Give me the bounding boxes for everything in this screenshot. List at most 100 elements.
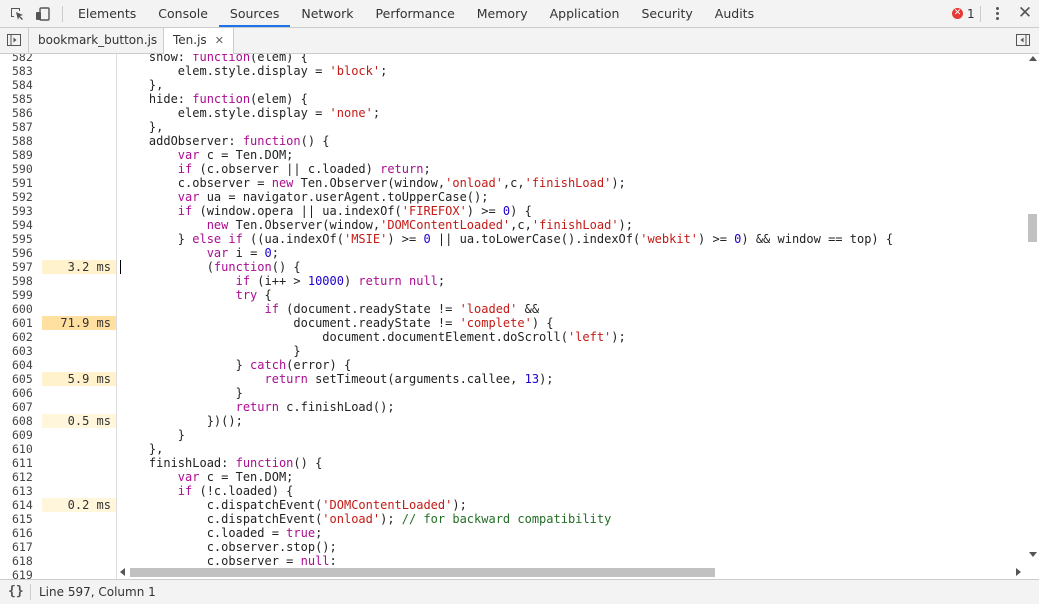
code-line[interactable]: new Ten.Observer(window,'DOMContentLoade… bbox=[120, 218, 633, 232]
file-tab-ten-js[interactable]: Ten.js ✕ bbox=[163, 28, 234, 54]
pretty-print-button[interactable]: {} bbox=[8, 580, 24, 604]
code-line[interactable]: return c.finishLoad(); bbox=[120, 400, 395, 414]
tab-sources[interactable]: Sources bbox=[218, 0, 291, 27]
line-number[interactable]: 599 bbox=[12, 288, 42, 302]
code-editor[interactable]: 582 583 584 585 586 587 588 589 590 591 592 593 594 5… bbox=[0, 54, 1039, 579]
line-number[interactable]: 582 bbox=[12, 54, 42, 64]
scroll-left-icon[interactable] bbox=[120, 568, 125, 576]
line-number[interactable]: 597 bbox=[12, 260, 42, 274]
tab-performance[interactable]: Performance bbox=[365, 0, 466, 27]
horizontal-scroll-thumb[interactable] bbox=[130, 568, 715, 577]
tab-memory[interactable]: Memory bbox=[466, 0, 539, 27]
error-counter[interactable]: ✕ 1 bbox=[952, 0, 975, 27]
code-line[interactable]: try { bbox=[120, 288, 272, 302]
line-number[interactable]: 584 bbox=[12, 78, 42, 92]
line-number[interactable]: 610 bbox=[12, 442, 42, 456]
code-line[interactable]: } else if ((ua.indexOf('MSIE') >= 0 || u… bbox=[120, 232, 893, 246]
code-line[interactable]: }, bbox=[120, 442, 163, 456]
line-number[interactable]: 586 bbox=[12, 106, 42, 120]
code-line[interactable]: var i = 0; bbox=[120, 246, 279, 260]
line-number[interactable]: 601 bbox=[12, 316, 42, 330]
line-number[interactable]: 590 bbox=[12, 162, 42, 176]
line-number[interactable]: 611 bbox=[12, 456, 42, 470]
code-line[interactable]: return setTimeout(arguments.callee, 13); bbox=[120, 372, 554, 386]
line-number[interactable]: 607 bbox=[12, 400, 42, 414]
code-line[interactable]: if (document.readyState != 'loaded' && bbox=[120, 302, 540, 316]
code-line[interactable]: if (window.opera || ua.indexOf('FIREFOX'… bbox=[120, 204, 532, 218]
line-number[interactable]: 588 bbox=[12, 134, 42, 148]
line-number[interactable]: 618 bbox=[12, 554, 42, 568]
code-line[interactable]: c.observer.stop(); bbox=[120, 540, 337, 554]
code-line[interactable]: })(); bbox=[120, 414, 243, 428]
tab-audits[interactable]: Audits bbox=[704, 0, 765, 27]
line-number[interactable]: 598 bbox=[12, 274, 42, 288]
line-number[interactable]: 596 bbox=[12, 246, 42, 260]
line-number[interactable]: 591 bbox=[12, 176, 42, 190]
line-number[interactable]: 604 bbox=[12, 358, 42, 372]
code-area[interactable]: show: function(elem) { elem.style.displa… bbox=[118, 54, 1026, 565]
inspect-element-icon[interactable] bbox=[4, 0, 30, 27]
line-number[interactable]: 605 bbox=[12, 372, 42, 386]
line-number[interactable]: 593 bbox=[12, 204, 42, 218]
scroll-right-icon[interactable] bbox=[1016, 568, 1021, 576]
line-number[interactable]: 600 bbox=[12, 302, 42, 316]
code-line[interactable]: c.observer = new Ten.Observer(window,'on… bbox=[120, 176, 626, 190]
line-number[interactable]: 612 bbox=[12, 470, 42, 484]
code-line[interactable]: c.dispatchEvent('onload'); // for backwa… bbox=[120, 512, 612, 526]
code-line[interactable]: document.readyState != 'complete') { bbox=[120, 316, 553, 330]
file-tab-bookmark-button[interactable]: bookmark_button.js bbox=[29, 28, 166, 53]
tab-console[interactable]: Console bbox=[147, 0, 219, 27]
code-line[interactable]: c.loaded = true; bbox=[120, 526, 323, 540]
tab-application[interactable]: Application bbox=[539, 0, 631, 27]
line-number[interactable]: 594 bbox=[12, 218, 42, 232]
code-line[interactable]: show: function(elem) { bbox=[120, 54, 308, 64]
code-line[interactable]: } bbox=[120, 344, 300, 358]
code-line[interactable]: } bbox=[120, 386, 243, 400]
line-number[interactable]: 619 bbox=[12, 568, 42, 579]
code-line[interactable]: }, bbox=[120, 120, 163, 134]
code-line[interactable]: var c = Ten.DOM; bbox=[120, 148, 294, 162]
horizontal-scrollbar[interactable] bbox=[118, 565, 1026, 579]
device-toolbar-icon[interactable] bbox=[30, 0, 56, 27]
line-number[interactable]: 589 bbox=[12, 148, 42, 162]
code-line[interactable]: elem.style.display = 'block'; bbox=[120, 64, 388, 78]
line-number[interactable]: 603 bbox=[12, 344, 42, 358]
line-number[interactable]: 606 bbox=[12, 386, 42, 400]
code-line[interactable]: finishLoad: function() { bbox=[120, 456, 322, 470]
code-line[interactable]: if (!c.loaded) { bbox=[120, 484, 294, 498]
line-number[interactable]: 595 bbox=[12, 232, 42, 246]
toggle-debugger-icon[interactable] bbox=[1016, 33, 1030, 47]
line-number[interactable]: 615 bbox=[12, 512, 42, 526]
vertical-scroll-thumb[interactable] bbox=[1028, 214, 1037, 242]
line-number[interactable]: 616 bbox=[12, 526, 42, 540]
code-line[interactable]: } catch(error) { bbox=[120, 358, 352, 372]
code-line[interactable]: elem.style.display = 'none'; bbox=[120, 106, 380, 120]
vertical-scrollbar[interactable] bbox=[1026, 54, 1039, 565]
line-number[interactable]: 613 bbox=[12, 484, 42, 498]
toggle-navigator-icon[interactable] bbox=[6, 32, 22, 48]
code-line[interactable]: document.documentElement.doScroll('left'… bbox=[120, 330, 625, 344]
line-number[interactable]: 608 bbox=[12, 414, 42, 428]
line-number[interactable]: 614 bbox=[12, 498, 42, 512]
line-number[interactable]: 602 bbox=[12, 330, 42, 344]
line-number[interactable]: 583 bbox=[12, 64, 42, 78]
scroll-down-icon[interactable] bbox=[1029, 552, 1037, 557]
close-icon[interactable]: ✕ bbox=[1014, 0, 1036, 27]
close-tab-icon[interactable]: ✕ bbox=[215, 34, 224, 47]
code-line[interactable]: if (c.observer || c.loaded) return; bbox=[120, 162, 431, 176]
line-number[interactable]: 592 bbox=[12, 190, 42, 204]
tab-security[interactable]: Security bbox=[630, 0, 703, 27]
code-line[interactable]: } bbox=[120, 428, 185, 442]
code-line[interactable]: if (i++ > 10000) return null; bbox=[120, 274, 446, 288]
line-number[interactable]: 587 bbox=[12, 120, 42, 134]
line-number[interactable]: 609 bbox=[12, 428, 42, 442]
line-number[interactable]: 585 bbox=[12, 92, 42, 106]
code-line[interactable]: (function() { bbox=[120, 260, 301, 274]
code-line[interactable]: addObserver: function() { bbox=[120, 134, 330, 148]
line-number[interactable]: 617 bbox=[12, 540, 42, 554]
scroll-up-icon[interactable] bbox=[1029, 56, 1037, 61]
code-line[interactable]: c.observer = null; bbox=[120, 554, 337, 565]
code-line[interactable]: hide: function(elem) { bbox=[120, 92, 308, 106]
tab-network[interactable]: Network bbox=[290, 0, 364, 27]
tab-elements[interactable]: Elements bbox=[67, 0, 147, 27]
